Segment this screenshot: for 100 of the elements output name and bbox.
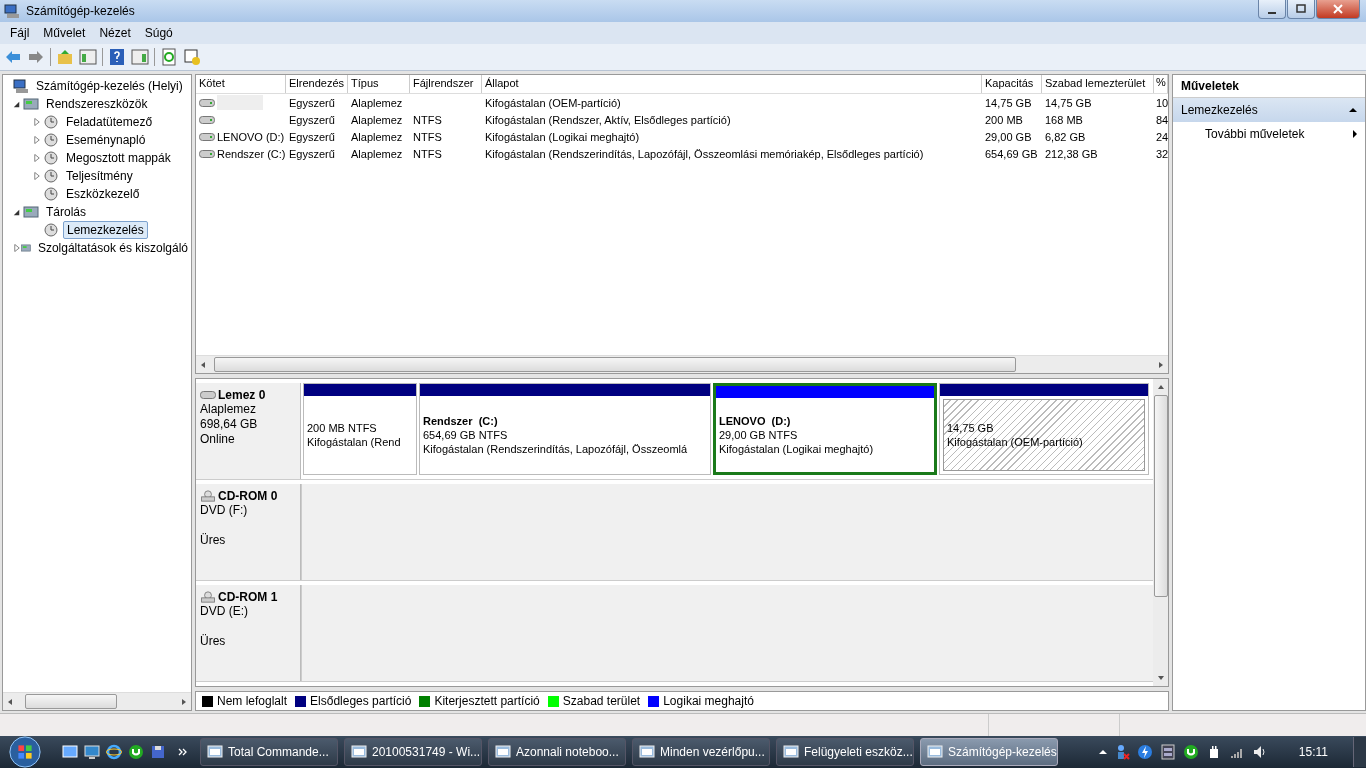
vertical-scrollbar[interactable]	[1153, 379, 1168, 686]
menu-item[interactable]: Nézet	[92, 26, 138, 40]
drive-icon	[199, 96, 215, 109]
legend-label: Szabad terület	[562, 694, 641, 708]
maximize-button[interactable]	[1287, 0, 1315, 19]
column-header[interactable]: Kötet	[196, 75, 286, 93]
table-cell: Alaplemez	[351, 147, 403, 160]
table-cell: Kifogástalan (Rendszerindítás, Lapozófájl, Összeomlási memóriakép, Elsődleges partíció)	[485, 147, 924, 160]
partition[interactable]: 14,75 GB Kifogástalan (OEM-partíció)	[939, 383, 1149, 475]
browser-icon[interactable]	[106, 744, 122, 760]
help-icon[interactable]	[108, 48, 126, 66]
window-icon	[207, 744, 223, 760]
scroll-up-icon[interactable]	[1157, 385, 1164, 389]
lightning-icon[interactable]	[1136, 744, 1153, 760]
partition[interactable]: LENOVO (D:) 29,00 GB NTFS Kifogástalan (Logikai meghajtó)	[713, 383, 937, 475]
refresh-icon[interactable]	[160, 48, 178, 66]
table-cell: Egyszerű	[289, 113, 335, 126]
window-icon	[639, 744, 655, 760]
tree-item[interactable]: Rendszereszközök	[43, 96, 151, 112]
tree-item[interactable]: Szolgáltatások és kiszolgáló	[34, 240, 191, 256]
close-button[interactable]	[1316, 0, 1360, 19]
desktop-icon[interactable]	[62, 744, 78, 760]
taskbar-button[interactable]: Azonnali noteboo...	[488, 738, 626, 766]
floppy-icon[interactable]	[150, 744, 166, 760]
tree-item[interactable]: Feladatütemező	[63, 114, 156, 130]
column-header[interactable]: Kapacitás	[982, 75, 1042, 93]
torrent-icon[interactable]	[128, 744, 144, 760]
tool-icon	[43, 150, 59, 166]
drive-icon	[199, 113, 215, 126]
clock[interactable]: 15:11	[1298, 745, 1328, 759]
partition[interactable]: 200 MB NTFS Kifogástalan (Rend	[303, 383, 417, 475]
close-icon	[1333, 4, 1343, 14]
table-cell: LENOVO (D:)	[217, 130, 285, 143]
menu-item[interactable]: Súgó	[137, 26, 180, 40]
column-header[interactable]: Elrendezés	[286, 75, 348, 93]
monitor-icon[interactable]	[84, 744, 100, 760]
table-cell: 212,38 GB	[1045, 147, 1098, 160]
minimize-button[interactable]	[1258, 0, 1286, 19]
partition[interactable]: Rendszer (C:) 654,69 GB NTFS Kifogástalan (Rendszerindítás, Lapozófájl, Összeomlá	[419, 383, 711, 475]
menu-item[interactable]: Művelet	[36, 26, 93, 40]
disk-size: 698,64 GB	[200, 417, 259, 432]
disk-name: CD-ROM 0	[218, 489, 278, 503]
partition-status: Kifogástalan (Logikai meghajtó)	[719, 442, 874, 456]
horizontal-scrollbar[interactable]	[196, 355, 1168, 373]
column-header[interactable]: Állapot	[482, 75, 982, 93]
horizontal-scrollbar[interactable]	[3, 692, 191, 710]
taskbar-button[interactable]: Felügyeleti eszköz...	[776, 738, 914, 766]
expander-icon[interactable]	[13, 208, 20, 216]
collapse-icon[interactable]	[1349, 106, 1357, 114]
column-header[interactable]: Fájlrendszer	[410, 75, 482, 93]
table-cell: Egyszerű	[289, 96, 335, 109]
tool-icon	[43, 186, 59, 202]
partition-size: 29,00 GB NTFS	[719, 428, 798, 442]
partition-size: 200 MB NTFS	[307, 421, 377, 435]
torrent-icon[interactable]	[1182, 744, 1199, 760]
column-header[interactable]: Szabad lemezterület	[1042, 75, 1154, 93]
menu-item[interactable]: Fájl	[3, 26, 37, 40]
tray-expand-icon[interactable]	[1098, 748, 1107, 756]
folder-up-icon[interactable]	[56, 48, 74, 66]
folder-icon	[23, 204, 39, 220]
cd-drive-icon	[200, 490, 216, 502]
tree-item[interactable]: Tárolás	[43, 204, 89, 220]
drive-icon	[199, 130, 215, 143]
disk-name: CD-ROM 1	[218, 590, 278, 604]
window-icon	[783, 744, 799, 760]
expander-icon[interactable]	[13, 100, 20, 108]
start-button[interactable]	[8, 735, 42, 768]
column-header[interactable]: Típus	[348, 75, 410, 93]
table-cell: 24	[1156, 130, 1168, 143]
actions-section[interactable]: Lemezkezelés	[1173, 98, 1365, 122]
table-cell: 84	[1156, 113, 1168, 126]
scroll-down-icon[interactable]	[1157, 676, 1164, 680]
tree-item[interactable]: Lemezkezelés	[63, 221, 148, 239]
scroll-left-icon[interactable]	[8, 698, 12, 705]
taskbar-button[interactable]: 20100531749 - Wi...	[344, 738, 482, 766]
tree-item[interactable]: Megosztott mappák	[63, 150, 174, 166]
properties-icon[interactable]	[183, 48, 201, 66]
taskbar-button[interactable]: Minden vezérlőpu...	[632, 738, 770, 766]
action-item[interactable]: További műveletek	[1173, 122, 1365, 146]
forward-arrow-icon[interactable]	[27, 48, 45, 66]
table-cell: 168 MB	[1045, 113, 1083, 126]
partition-status: Kifogástalan (Rend	[307, 435, 401, 449]
scroll-right-icon[interactable]	[182, 698, 186, 705]
tree-item[interactable]: Eszközkezelő	[63, 186, 143, 202]
overflow-chevron-icon[interactable]	[178, 748, 188, 756]
film-icon[interactable]	[1159, 744, 1176, 760]
taskbar-button[interactable]: Total Commande...	[200, 738, 338, 766]
taskbar-button[interactable]: Számítógép-kezelés	[920, 738, 1058, 766]
disk-type: DVD (F:)	[200, 503, 249, 518]
partition-label: Rendszer (C:)	[423, 414, 498, 428]
column-header[interactable]: %	[1154, 75, 1168, 93]
speaker-icon[interactable]	[1251, 744, 1268, 760]
panel-icon[interactable]	[79, 48, 97, 66]
tree-item[interactable]: Számítógép-kezelés (Helyi)	[33, 78, 186, 94]
tree-item[interactable]: Teljesítmény	[63, 168, 136, 184]
table-cell: NTFS	[413, 147, 442, 160]
scroll-left-icon[interactable]	[201, 361, 205, 368]
panel-icon[interactable]	[131, 48, 149, 66]
scroll-right-icon[interactable]	[1159, 361, 1163, 368]
tree-item[interactable]: Eseménynapló	[63, 132, 149, 148]
